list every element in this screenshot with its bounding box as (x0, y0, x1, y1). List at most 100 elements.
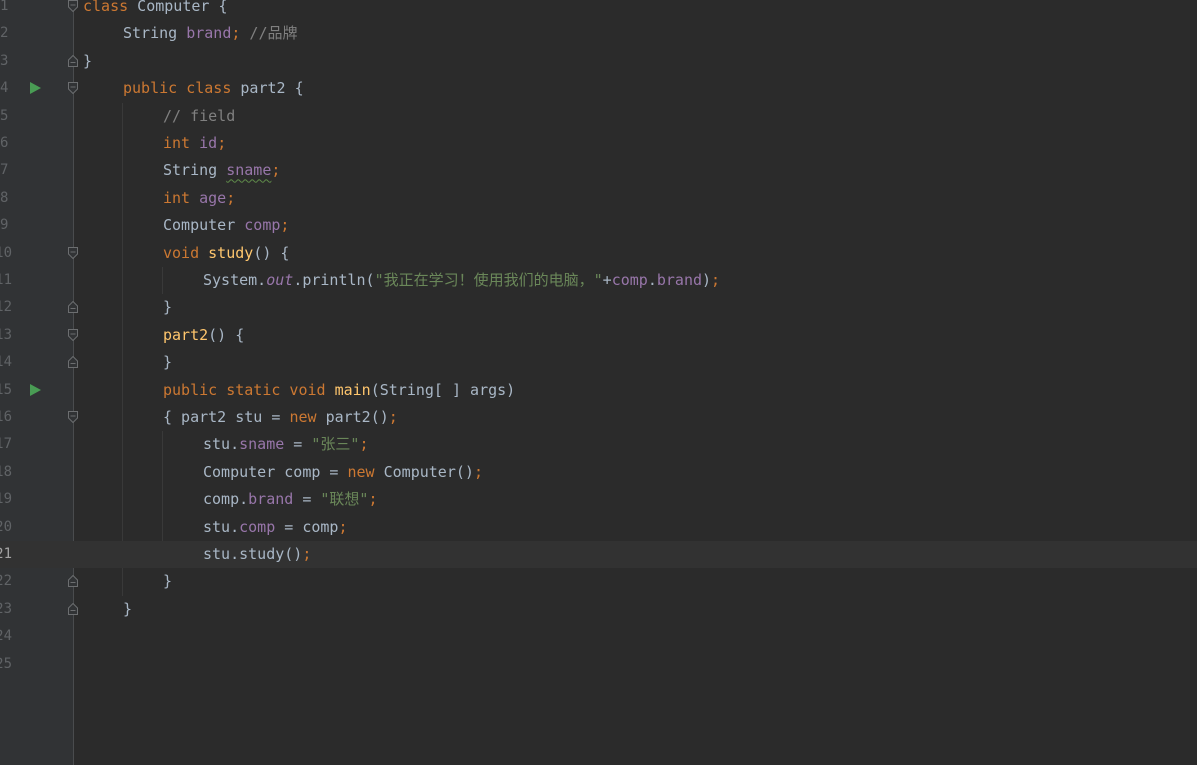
line-number: 12 (0, 294, 12, 321)
code-text[interactable]: } (83, 48, 92, 75)
code-text[interactable]: } (163, 349, 172, 376)
code-line[interactable]: 18 Computer comp = new Computer(); (0, 459, 1197, 486)
line-number-text: 23 (0, 600, 12, 617)
line-number: 5 (0, 103, 12, 130)
fold-end-icon[interactable] (68, 356, 78, 369)
code-text[interactable]: stu.study(); (203, 541, 311, 568)
code-line[interactable]: 10 void study() { (0, 240, 1197, 267)
code-token: brand (186, 24, 232, 43)
code-token: class (83, 0, 129, 15)
code-token: ; (338, 517, 348, 536)
line-number-text: 3 (0, 52, 9, 69)
code-line[interactable]: 9 Computer comp; (0, 212, 1197, 239)
code-token: } (163, 298, 173, 317)
code-line[interactable]: 8 int age; (0, 185, 1197, 212)
line-number-text: 21 (0, 546, 12, 562)
code-line[interactable]: 17 stu.sname = "张三"; (0, 431, 1197, 458)
code-line[interactable]: 20 stu.comp = comp; (0, 514, 1197, 541)
code-token: "我正在学习！使用我们的电脑，" (374, 271, 603, 289)
code-text[interactable]: Computer comp = new Computer(); (203, 459, 483, 486)
code-text[interactable]: stu.sname = "张三"; (203, 431, 368, 458)
code-text[interactable]: stu.comp = comp; (203, 514, 348, 541)
code-text[interactable]: int id; (163, 130, 226, 157)
code-token: public class (123, 79, 241, 98)
code-token: ; (280, 216, 290, 235)
code-token: new (289, 408, 326, 426)
code-token: Computer() (383, 462, 474, 481)
code-text[interactable]: public class part2 { (123, 75, 304, 102)
code-text[interactable]: int age; (163, 185, 235, 212)
run-icon[interactable] (30, 383, 41, 396)
code-text[interactable]: Computer comp; (163, 212, 289, 239)
code-text[interactable]: part2() { (163, 322, 244, 349)
code-line[interactable]: 16 { part2 stu = new part2(); (0, 404, 1197, 431)
line-number-text: 10 (0, 244, 12, 261)
line-number-text: 7 (0, 162, 9, 179)
code-text[interactable]: { part2 stu = new part2(); (163, 404, 398, 431)
code-token: brand (248, 490, 294, 509)
code-line[interactable]: 23} (0, 596, 1197, 623)
line-number-text: 13 (0, 326, 12, 343)
line-number-text: 22 (0, 573, 12, 590)
fold-end-icon[interactable] (68, 54, 78, 67)
line-number-text: 1 (0, 0, 9, 14)
line-number: 9 (0, 212, 12, 239)
code-text[interactable]: } (123, 596, 132, 623)
code-token: main (334, 380, 371, 399)
code-editor[interactable]: 1 class Computer {2 String brand; //品牌 3} 4 p… (0, 0, 1197, 765)
code-line[interactable]: 19 comp.brand = "联想"; (0, 486, 1197, 513)
code-line[interactable]: 5 // field (0, 103, 1197, 130)
code-line[interactable]: 13 part2() { (0, 322, 1197, 349)
code-line[interactable]: 3} (0, 48, 1197, 75)
line-number: 8 (0, 185, 12, 212)
code-token: String (163, 161, 227, 180)
code-token: () { (208, 325, 245, 344)
code-text[interactable]: public static void main(String[ ] args) (163, 377, 515, 404)
fold-end-icon[interactable] (68, 575, 78, 588)
code-line[interactable]: 25 (0, 651, 1197, 678)
code-token: Computer { (128, 0, 228, 15)
code-text[interactable]: comp.brand = "联想"; (203, 486, 378, 513)
code-text[interactable]: String sname; (163, 157, 280, 184)
run-icon[interactable] (30, 82, 41, 95)
code-line[interactable]: 12} (0, 294, 1197, 321)
code-token: stu. (203, 435, 240, 454)
line-number-text: 16 (0, 409, 12, 425)
code-token: int (163, 188, 200, 207)
code-line[interactable]: 7 String sname; (0, 157, 1197, 184)
code-line[interactable]: 14} (0, 349, 1197, 376)
code-line[interactable]: 6 int id; (0, 130, 1197, 157)
code-line[interactable]: 4 public class part2 { (0, 75, 1197, 102)
code-line[interactable]: 2 String brand; //品牌 (0, 20, 1197, 47)
code-text[interactable]: } (163, 568, 172, 595)
fold-start-icon[interactable] (68, 411, 78, 423)
line-number: 24 (0, 623, 12, 650)
code-text[interactable]: String brand; //品牌 (123, 20, 298, 47)
code-text[interactable]: System.out.println("我正在学习！使用我们的电脑，"+comp… (203, 267, 720, 294)
fold-start-icon[interactable] (68, 82, 78, 95)
code-line[interactable]: 21 stu.study(); (0, 541, 1197, 568)
code-text[interactable]: // field (163, 103, 235, 130)
code-text[interactable]: void study() { (163, 240, 289, 267)
fold-start-icon[interactable] (68, 0, 78, 12)
code-line[interactable]: 1 class Computer { (0, 0, 1197, 20)
fold-end-icon[interactable] (68, 301, 78, 314)
code-token: = comp (275, 517, 339, 536)
line-number: 20 (0, 514, 12, 541)
line-number: 3 (0, 48, 12, 75)
code-token: ; (388, 408, 398, 426)
code-text[interactable]: } (163, 294, 172, 321)
code-line[interactable]: 15 public static void main(String[ ] args… (0, 377, 1197, 404)
code-line[interactable]: 22} (0, 568, 1197, 595)
code-line[interactable]: 24 (0, 623, 1197, 650)
code-token: () { (253, 243, 290, 262)
line-number-text: 6 (0, 135, 9, 151)
code-token: ; (271, 161, 281, 180)
line-number: 14 (0, 349, 12, 376)
fold-start-icon[interactable] (68, 246, 78, 259)
code-line[interactable]: 11 System.out.println("我正在学习！使用我们的电脑，"+co… (0, 267, 1197, 294)
fold-end-icon[interactable] (68, 602, 78, 615)
fold-start-icon[interactable] (68, 328, 78, 341)
code-text[interactable]: class Computer { (83, 0, 228, 20)
line-number-text: 19 (0, 491, 12, 508)
